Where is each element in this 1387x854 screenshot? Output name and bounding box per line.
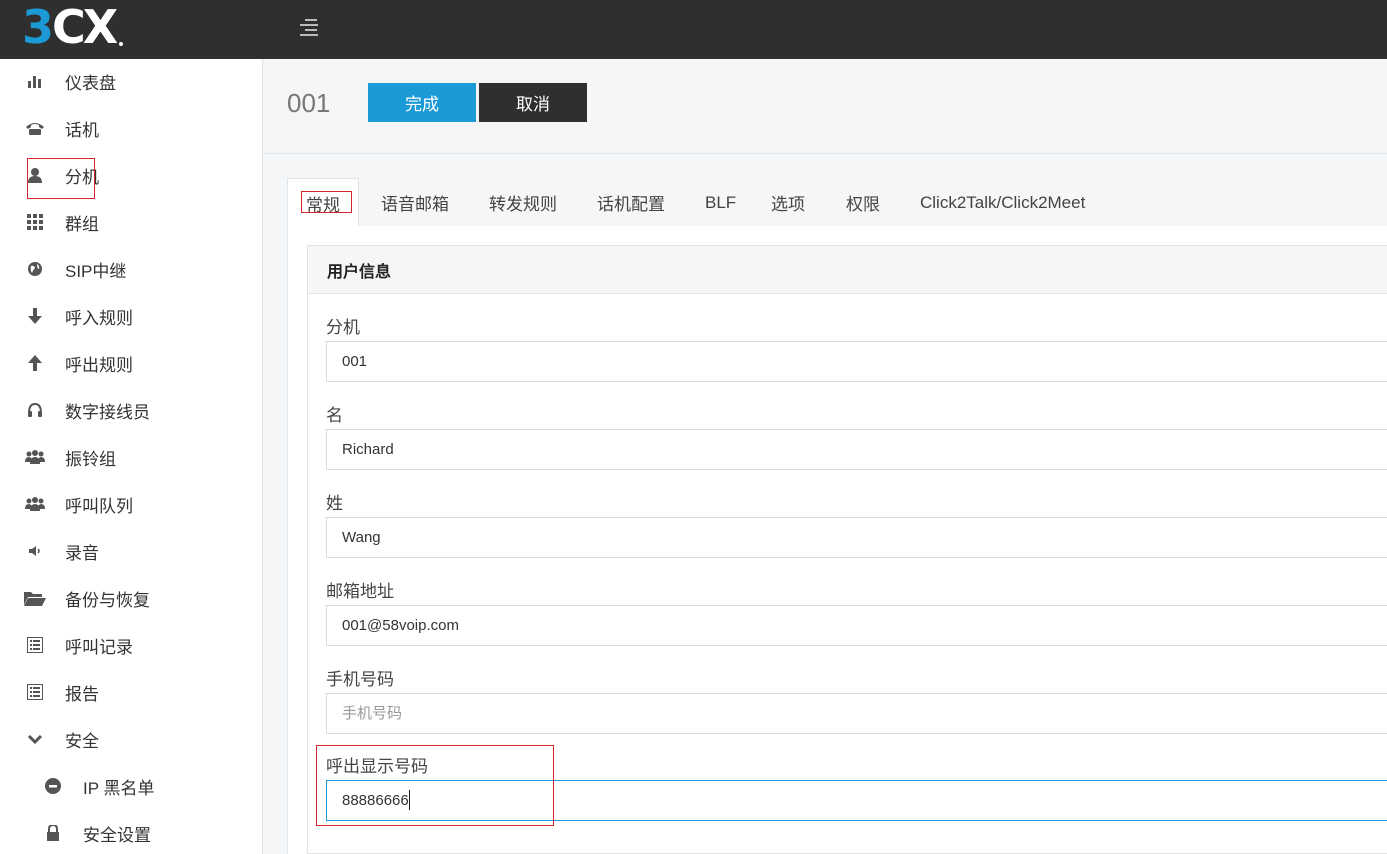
arrow-down-icon: [24, 306, 46, 326]
highlight-box: [316, 745, 554, 826]
email-field[interactable]: [326, 605, 1387, 646]
logo[interactable]: 3 CX: [22, 0, 124, 54]
list-icon: [24, 635, 46, 655]
tab-label: 话机配置: [597, 195, 665, 214]
mobile-label: 手机号码: [326, 670, 394, 689]
tab-bar: 常规 语音邮箱 转发规则 话机配置 BLF 选项 权限 Click2Talk/C…: [287, 178, 1387, 227]
sidebar-item-label: 数字接线员: [65, 402, 150, 422]
sidebar-item-label: 安全设置: [83, 825, 151, 845]
logo-text: CX: [52, 0, 118, 54]
sidebar-item-phones[interactable]: 话机: [0, 106, 262, 150]
sidebar-item-label: 录音: [65, 543, 99, 563]
sidebar-item-inbound-rules[interactable]: 呼入规则: [0, 294, 262, 338]
tab-options[interactable]: 选项: [771, 178, 805, 227]
sidebar-item-label: 话机: [65, 120, 99, 140]
folder-open-icon: [24, 588, 46, 608]
users-icon: [24, 494, 46, 514]
sidebar-item-label: 振铃组: [65, 449, 116, 469]
tab-label: 选项: [771, 195, 805, 214]
sidebar-item-label: 备份与恢复: [65, 590, 150, 610]
sidebar-item-security[interactable]: 安全: [0, 717, 262, 761]
tab-label: 权限: [846, 195, 880, 214]
tab-voicemail[interactable]: 语音邮箱: [381, 178, 449, 227]
sidebar-item-label: IP 黑名单: [83, 778, 155, 798]
sidebar-item-label: 呼叫记录: [65, 637, 133, 657]
sidebar-item-label: 安全: [65, 731, 99, 751]
sidebar-item-reports[interactable]: 报告: [0, 670, 262, 714]
tab-panel: 用户信息 分机 名 姓 邮箱地址 手机号码 呼出显示号码: [287, 226, 1387, 854]
sidebar-item-call-queues[interactable]: 呼叫队列: [0, 482, 262, 526]
sidebar-item-label: 呼入规则: [65, 308, 133, 328]
sidebar-item-label: 报告: [65, 684, 99, 704]
list-icon: [24, 682, 46, 702]
logo-mark: 3: [22, 0, 54, 54]
highlight-box: [27, 158, 95, 199]
sidebar-item-sip-trunks[interactable]: SIP中继: [0, 247, 262, 291]
grid-icon: [24, 212, 46, 232]
tab-click2talk[interactable]: Click2Talk/Click2Meet: [920, 178, 1085, 227]
menu-toggle-icon[interactable]: [300, 19, 320, 37]
sidebar-item-security-settings[interactable]: 安全设置: [0, 811, 262, 854]
tab-label: Click2Talk/Click2Meet: [920, 192, 1086, 212]
sidebar-item-label: 呼叫队列: [65, 496, 133, 516]
sidebar-item-backup-restore[interactable]: 备份与恢复: [0, 576, 262, 620]
lock-icon: [42, 823, 64, 843]
sidebar-item-outbound-rules[interactable]: 呼出规则: [0, 341, 262, 385]
page-header: 001 完成 取消: [263, 59, 1387, 154]
highlight-box: [301, 191, 352, 213]
tab-phone-provisioning[interactable]: 话机配置: [597, 178, 665, 227]
tab-label: 语音邮箱: [381, 195, 449, 214]
sidebar-item-label: SIP中继: [65, 261, 127, 281]
user-info-box: 用户信息 分机 名 姓 邮箱地址 手机号码 呼出显示号码: [307, 245, 1387, 854]
logo-dot: [119, 42, 124, 46]
sidebar-item-groups[interactable]: 群组: [0, 200, 262, 244]
mobile-field[interactable]: [326, 693, 1387, 734]
tab-blf[interactable]: BLF: [705, 178, 736, 227]
sidebar-item-call-log[interactable]: 呼叫记录: [0, 623, 262, 667]
sidebar-item-digital-receptionist[interactable]: 数字接线员: [0, 388, 262, 432]
extension-label: 分机: [326, 318, 360, 337]
users-icon: [24, 447, 46, 467]
tab-rights[interactable]: 权限: [846, 178, 880, 227]
chevron-down-icon: [24, 729, 46, 749]
speaker-icon: [24, 541, 46, 561]
tab-label: BLF: [705, 192, 737, 212]
sidebar: 仪表盘 话机 分机 群组 SIP中继 呼入规则 呼出规则 数字接线员 振铃组 呼…: [0, 59, 263, 854]
last-name-field[interactable]: [326, 517, 1387, 558]
bar-chart-icon: [24, 71, 46, 91]
sidebar-item-label: 呼出规则: [65, 355, 133, 375]
tab-forwarding-rules[interactable]: 转发规则: [489, 178, 557, 227]
sidebar-item-ring-groups[interactable]: 振铃组: [0, 435, 262, 479]
arrow-up-icon: [24, 353, 46, 373]
globe-icon: [24, 259, 46, 279]
cancel-button[interactable]: 取消: [479, 83, 587, 122]
tabs-container: 常规 语音邮箱 转发规则 话机配置 BLF 选项 权限 Click2Talk/C…: [287, 178, 1387, 854]
first-name-field[interactable]: [326, 429, 1387, 470]
top-bar: 3 CX: [0, 0, 1387, 59]
sidebar-item-recordings[interactable]: 录音: [0, 529, 262, 573]
extension-field[interactable]: [326, 341, 1387, 382]
phone-icon: [24, 118, 46, 138]
first-name-label: 名: [326, 406, 343, 425]
email-label: 邮箱地址: [326, 582, 394, 601]
sidebar-item-label: 群组: [65, 214, 99, 234]
last-name-label: 姓: [326, 494, 343, 513]
sidebar-item-label: 仪表盘: [65, 73, 116, 93]
done-button[interactable]: 完成: [368, 83, 476, 122]
tab-label: 转发规则: [489, 195, 557, 214]
sidebar-item-dashboard[interactable]: 仪表盘: [0, 59, 262, 103]
minus-circle-icon: [42, 776, 64, 796]
sidebar-item-ip-blacklist[interactable]: IP 黑名单: [0, 764, 262, 808]
section-heading: 用户信息: [308, 246, 1387, 294]
page-title: 001: [287, 88, 331, 118]
headset-icon: [24, 400, 46, 420]
main-content: 常规 语音邮箱 转发规则 话机配置 BLF 选项 权限 Click2Talk/C…: [263, 154, 1387, 854]
